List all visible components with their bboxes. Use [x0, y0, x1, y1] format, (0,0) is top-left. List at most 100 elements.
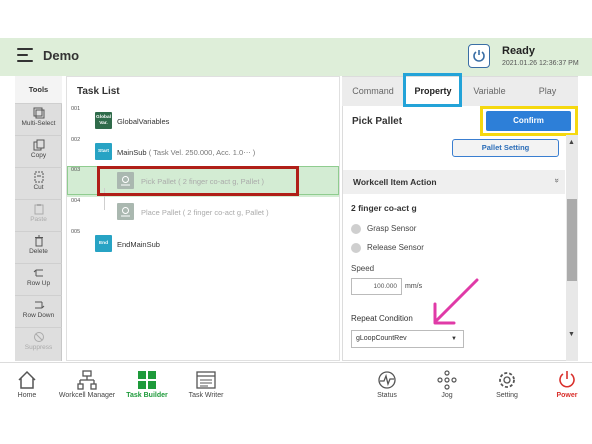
speed-input[interactable]: 100.000	[351, 278, 402, 295]
nav-task-builder-label: Task Builder	[126, 392, 168, 399]
end-block-icon: End	[95, 235, 112, 252]
multi-select-label: Multi-Select	[21, 120, 56, 127]
task-builder-icon	[138, 371, 156, 389]
paste-button[interactable]: Paste	[15, 199, 62, 230]
pallet-block-icon	[117, 203, 134, 220]
task-row-label: MainSub ( Task Vel. 250.000, Acc. 1.0⋯ )	[117, 148, 255, 157]
nav-task-writer-label: Task Writer	[188, 392, 224, 399]
speed-unit: mm/s	[405, 283, 423, 290]
grasp-sensor-label: Grasp Sensor	[367, 224, 417, 233]
tools-header: Tools	[15, 76, 62, 103]
nav-power-label: Power	[556, 392, 578, 399]
nav-status[interactable]: Status	[372, 370, 402, 399]
cut-icon	[34, 171, 43, 183]
speed-label: Speed	[351, 264, 375, 273]
highlight-callout-red	[97, 166, 299, 196]
task-row-global-variables[interactable]: 001 Global Var. GlobalVariables	[67, 105, 339, 136]
task-row-name: MainSub	[117, 148, 147, 157]
cut-button[interactable]: Cut	[15, 167, 62, 198]
release-sensor-label: Release Sensor	[367, 243, 424, 252]
row-number: 005	[71, 229, 81, 235]
scroll-down-arrow-icon[interactable]: ▼	[568, 331, 575, 338]
workcell-item-action-section[interactable]: Workcell Item Action »	[343, 170, 565, 194]
task-row-params: ( 2 finger co-act g, Pallet )	[182, 208, 269, 217]
grasp-sensor-radio[interactable]	[351, 224, 361, 234]
paste-label: Paste	[30, 216, 47, 223]
power-icon	[559, 371, 575, 388]
copy-button[interactable]: Copy	[15, 135, 62, 166]
copy-label: Copy	[30, 152, 47, 159]
row-down-icon	[34, 301, 44, 309]
tab-play[interactable]: Play	[517, 77, 578, 106]
suppress-button[interactable]: Suppress	[15, 327, 62, 358]
suppress-label: Suppress	[24, 344, 53, 351]
nav-workcell-manager-label: Workcell Manager	[58, 392, 116, 399]
row-number: 002	[71, 137, 81, 143]
task-row-name: Place Pallet	[141, 208, 181, 217]
copy-icon	[33, 139, 44, 151]
start-block-icon: Start	[95, 143, 112, 160]
highlight-callout-yellow	[480, 106, 578, 136]
scroll-up-arrow-icon[interactable]: ▲	[568, 139, 575, 146]
task-row-label: EndMainSub	[117, 240, 160, 249]
repeat-condition-label: Repeat Condition	[351, 314, 413, 323]
row-up-label: Row Up	[26, 280, 51, 287]
multi-select-button[interactable]: Multi-Select	[15, 103, 62, 134]
nav-jog-label: Jog	[441, 392, 453, 399]
nav-status-label: Status	[377, 392, 397, 399]
nav-home-label: Home	[17, 392, 37, 399]
tools-panel: Tools Multi-Select Copy Cut Paste Delete…	[15, 76, 62, 361]
multi-select-icon	[33, 107, 44, 119]
row-down-label: Row Down	[22, 312, 55, 319]
nav-task-writer[interactable]: Task Writer	[184, 370, 228, 399]
trash-icon	[34, 235, 43, 247]
robot-status-icon[interactable]	[468, 44, 490, 68]
delete-button[interactable]: Delete	[15, 231, 62, 262]
status-chart-icon	[378, 371, 396, 389]
global-var-icon: Global Var.	[95, 112, 112, 129]
task-list-title: Task List	[77, 86, 120, 97]
cut-label: Cut	[33, 184, 44, 191]
collapse-chevron-icon[interactable]: »	[552, 178, 561, 182]
nav-jog[interactable]: Jog	[434, 370, 460, 399]
task-list-panel: Task List 001 Global Var. GlobalVariable…	[66, 76, 340, 361]
paste-icon	[34, 204, 43, 215]
highlight-callout-blue	[403, 73, 462, 107]
task-row-mainsub[interactable]: 002 Start MainSub ( Task Vel. 250.000, A…	[67, 136, 339, 167]
repeat-condition-select[interactable]: gLoopCountRev ▼	[351, 330, 464, 348]
nav-setting[interactable]: Setting	[492, 370, 522, 399]
property-title: Pick Pallet	[352, 116, 403, 127]
pallet-setting-button[interactable]: Pallet Setting	[452, 139, 559, 157]
gear-icon	[499, 372, 515, 388]
workcell-manager-icon	[77, 370, 97, 390]
nav-setting-label: Setting	[496, 392, 518, 399]
row-number: 001	[71, 106, 81, 112]
tab-variable[interactable]: Variable	[462, 77, 517, 106]
scrollbar-thumb[interactable]	[567, 199, 577, 281]
nav-home[interactable]: Home	[12, 370, 42, 399]
nav-power[interactable]: Power	[553, 370, 581, 399]
home-icon	[18, 370, 36, 389]
jog-icon	[437, 370, 457, 390]
task-row-label: GlobalVariables	[117, 117, 170, 126]
row-up-button[interactable]: Row Up	[15, 263, 62, 294]
tab-command[interactable]: Command	[342, 77, 404, 106]
release-sensor-radio[interactable]	[351, 243, 361, 253]
task-row-params: ( Task Vel. 250.000, Acc. 1.0⋯ )	[148, 148, 256, 157]
task-writer-icon	[196, 371, 216, 389]
nav-workcell-manager[interactable]: Workcell Manager	[55, 370, 119, 399]
delete-label: Delete	[29, 248, 48, 255]
row-number: 004	[71, 198, 81, 204]
hamburger-menu-icon[interactable]	[17, 48, 33, 62]
row-up-icon	[33, 269, 43, 277]
app-title: Demo	[43, 48, 80, 63]
task-row-label: Place Pallet ( 2 finger co-act g, Pallet…	[141, 208, 269, 217]
gripper-name: 2 finger co-act g	[351, 203, 417, 213]
header-bar	[0, 38, 592, 76]
suppress-icon	[33, 332, 44, 342]
status-timestamp: 2021.01.26 12:36:37 PM	[502, 60, 579, 67]
task-row-endmainsub[interactable]: 005 End EndMainSub	[67, 228, 339, 259]
task-row-place-pallet[interactable]: 004 Place Pallet ( 2 finger co-act g, Pa…	[67, 197, 339, 228]
row-down-button[interactable]: Row Down	[15, 295, 62, 326]
nav-task-builder[interactable]: Task Builder	[124, 370, 170, 399]
